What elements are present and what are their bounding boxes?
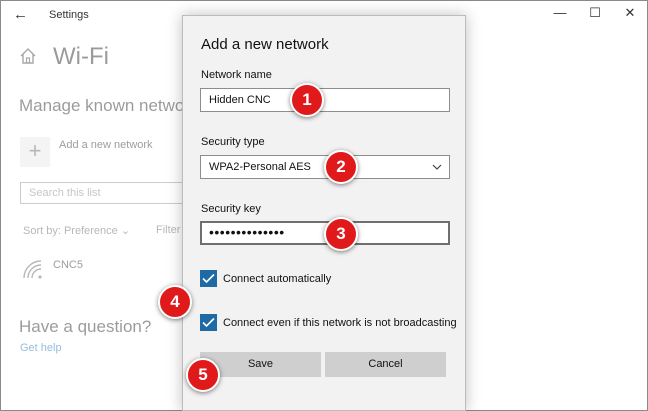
- app-title: Settings: [49, 9, 89, 21]
- step-badge-3: 3: [324, 217, 358, 251]
- add-network-dialog: Add a new network Network name Hidden CN…: [182, 15, 466, 411]
- step-badge-4: 4: [158, 285, 192, 319]
- checkmark-icon: [202, 317, 215, 328]
- step-badge-2: 2: [324, 150, 358, 184]
- home-icon[interactable]: [19, 47, 37, 65]
- network-name-input[interactable]: Hidden CNC: [200, 88, 450, 112]
- connect-automatically-label[interactable]: Connect automatically: [223, 273, 331, 285]
- security-key-label: Security key: [201, 203, 261, 215]
- get-help-link[interactable]: Get help: [20, 342, 62, 354]
- maximize-button[interactable]: ☐: [585, 5, 605, 21]
- back-arrow-icon[interactable]: ←: [13, 6, 28, 23]
- sort-label: Sort by: Preference: [23, 225, 118, 237]
- question-heading: Have a question?: [19, 317, 152, 336]
- step-badge-1: 1: [290, 83, 324, 117]
- page-title: Wi-Fi: [53, 43, 109, 70]
- step-badge-5: 5: [186, 358, 220, 392]
- close-button[interactable]: ✕: [620, 5, 640, 21]
- minimize-button[interactable]: —: [550, 5, 570, 20]
- security-type-label: Security type: [201, 136, 265, 148]
- section-title: Manage known network: [19, 96, 199, 115]
- add-network-label[interactable]: Add a new network: [59, 139, 153, 151]
- search-input[interactable]: Search this list: [20, 182, 190, 204]
- sort-dropdown[interactable]: Sort by: Preference ⌄: [23, 224, 130, 237]
- dialog-title: Add a new network: [201, 36, 329, 53]
- security-type-value: WPA2-Personal AES: [209, 161, 311, 173]
- wifi-icon: [23, 260, 42, 279]
- connect-hidden-checkbox[interactable]: [200, 314, 217, 331]
- cancel-button[interactable]: Cancel: [325, 352, 446, 377]
- connect-hidden-label[interactable]: Connect even if this network is not broa…: [223, 317, 457, 329]
- add-network-icon[interactable]: +: [20, 137, 50, 167]
- checkmark-icon: [202, 273, 215, 284]
- filter-dropdown[interactable]: Filter: [156, 224, 180, 236]
- network-name-label: Network name: [201, 69, 272, 81]
- connect-automatically-checkbox[interactable]: [200, 270, 217, 287]
- chevron-down-icon: ⌄: [120, 225, 131, 237]
- chevron-down-icon: [432, 164, 442, 170]
- known-network-name[interactable]: CNC5: [53, 259, 83, 271]
